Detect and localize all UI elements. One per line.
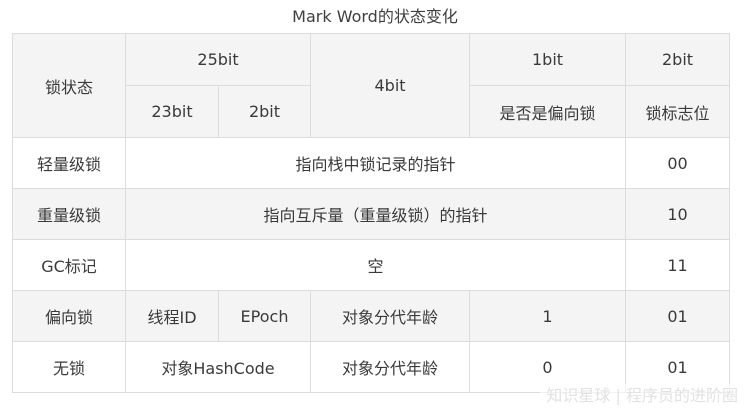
table-row: 重量级锁 指向互斥量（重量级锁）的指针 10 — [12, 188, 731, 240]
row-state: 无锁 — [12, 341, 126, 393]
row-flag: 11 — [625, 239, 731, 291]
header-25bit: 25bit — [124, 33, 312, 86]
row-epoch: EPoch — [217, 290, 312, 342]
table-row: GC标记 空 11 — [12, 239, 731, 291]
row-state: 重量级锁 — [12, 188, 126, 240]
header-4bit: 4bit — [310, 33, 471, 138]
header-lock-state: 锁状态 — [12, 33, 126, 138]
table-caption: Mark Word的状态变化 — [292, 7, 458, 26]
header-1bit: 1bit — [469, 33, 627, 86]
header-sub-2bit: 2bit — [217, 85, 312, 138]
table-row: 轻量级锁 指向栈中锁记录的指针 00 — [12, 137, 731, 189]
header-2bit: 2bit — [625, 33, 731, 86]
watermark: 知识星球 | 程序员的进阶圈 — [540, 384, 738, 408]
row-thread-id: 线程ID — [125, 290, 219, 342]
row-state: GC标记 — [12, 239, 126, 291]
header-23bit: 23bit — [125, 85, 219, 138]
row-age: 对象分代年龄 — [310, 290, 471, 342]
header-row-bits: 锁状态 25bit 4bit 1bit 2bit — [12, 33, 731, 138]
row-hashcode: 对象HashCode — [124, 341, 312, 393]
row-state: 轻量级锁 — [12, 137, 126, 189]
header-lock-flag-bits: 锁标志位 — [625, 85, 731, 138]
table-row: 偏向锁 线程ID EPoch 对象分代年龄 1 01 — [12, 290, 731, 342]
row-age: 对象分代年龄 — [310, 341, 471, 393]
header-biased-flag: 是否是偏向锁 — [469, 85, 627, 138]
row-state: 偏向锁 — [12, 290, 126, 342]
row-biased: 1 — [469, 290, 627, 342]
row-flag: 10 — [625, 188, 731, 240]
row-content: 空 — [124, 239, 627, 291]
row-flag: 00 — [625, 137, 731, 189]
mark-word-table: 锁状态 25bit 4bit 1bit 2bit 23bit 2bit 是否是偏… — [12, 33, 731, 393]
row-content: 指向栈中锁记录的指针 — [124, 137, 627, 189]
row-content: 指向互斥量（重量级锁）的指针 — [124, 188, 627, 240]
row-flag: 01 — [625, 290, 731, 342]
